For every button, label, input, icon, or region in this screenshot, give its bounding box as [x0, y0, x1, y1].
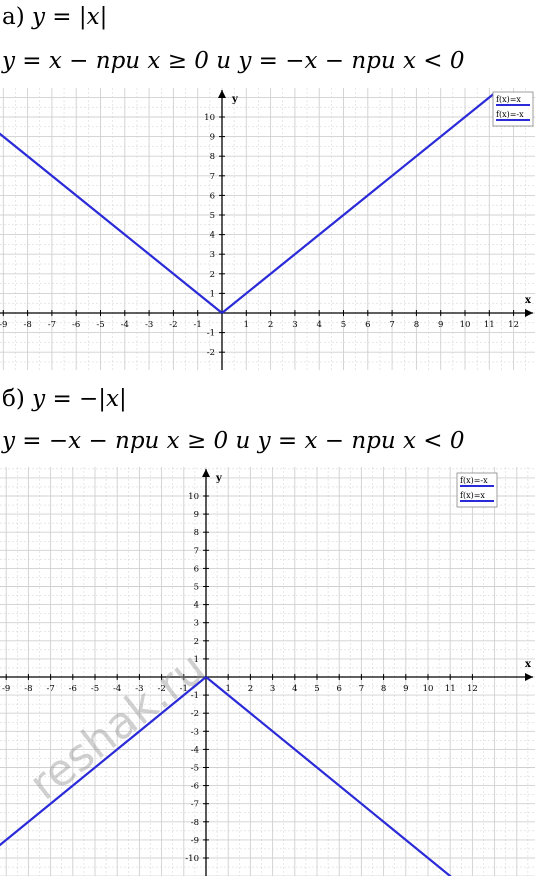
y-axis-arrow — [202, 469, 210, 477]
y-tick-label: 2 — [210, 270, 215, 280]
x-tick-label: 11 — [484, 320, 495, 330]
part-b-letter: б) — [2, 386, 25, 412]
x-tick-label: 7 — [389, 320, 394, 330]
y-tick-label: -7 — [191, 800, 199, 810]
x-tick-label: 3 — [270, 684, 275, 694]
y-tick-label: 6 — [210, 191, 215, 201]
x-tick-label: -9 — [0, 320, 7, 330]
y-tick-label: 8 — [210, 152, 215, 162]
y-tick-label: 4 — [194, 601, 199, 611]
x-tick-label: -1 — [194, 320, 202, 330]
y-tick-label: -2 — [207, 348, 215, 358]
x-tick-label: -6 — [69, 684, 77, 694]
y-tick-label: -10 — [185, 854, 199, 864]
y-tick-label: 9 — [210, 133, 215, 143]
y-tick-label: 3 — [194, 619, 199, 629]
x-axis-label: x — [525, 295, 532, 306]
chart-a: xy-9-8-7-6-5-4-3-2-1123456789101112-2-11… — [0, 88, 535, 370]
x-tick-label: 1 — [244, 320, 249, 330]
x-tick-label: 10 — [423, 684, 434, 694]
x-tick-label: -5 — [91, 684, 99, 694]
y-tick-label: 1 — [210, 289, 215, 299]
x-tick-label: 2 — [248, 684, 253, 694]
y-tick-label: -3 — [191, 727, 199, 737]
x-tick-label: 8 — [414, 320, 419, 330]
x-tick-label: 10 — [460, 320, 471, 330]
y-tick-label: 10 — [204, 113, 215, 123]
y-tick-label: -5 — [191, 764, 199, 774]
legend-entry-0: f(x)=x — [496, 95, 521, 104]
x-tick-label: 5 — [314, 684, 319, 694]
x-tick-label: 4 — [292, 684, 297, 694]
y-tick-label: 10 — [188, 492, 199, 502]
legend-entry-0: f(x)=-x — [460, 476, 488, 485]
y-tick-label: -6 — [191, 782, 199, 792]
grid — [0, 467, 535, 876]
y-tick-label: -9 — [191, 836, 199, 846]
x-tick-label: -8 — [24, 684, 32, 694]
y-axis-label: y — [215, 473, 223, 484]
y-axis-label: y — [231, 94, 239, 105]
y-axis-arrow — [218, 90, 226, 98]
part-b-formula: y = −|x| — [32, 386, 127, 412]
x-tick-label: -7 — [48, 320, 56, 330]
y-tick-label: 8 — [194, 528, 199, 538]
x-tick-label: 12 — [508, 320, 519, 330]
x-tick-label: 9 — [403, 684, 408, 694]
y-tick-label: -2 — [191, 709, 199, 719]
part-b-definition: y = −x − при x ≥ 0 и y = x − при x < 0 — [2, 428, 465, 454]
x-axis-arrow — [525, 309, 533, 317]
part-a-definition: y = x − при x ≥ 0 и y = −x − при x < 0 — [2, 48, 465, 74]
x-tick-label: 8 — [381, 684, 386, 694]
x-tick-label: -5 — [96, 320, 104, 330]
x-axis-label: x — [525, 659, 532, 670]
x-tick-label: 6 — [336, 684, 341, 694]
y-tick-label: 6 — [194, 564, 199, 574]
y-tick-label: 9 — [194, 510, 199, 520]
part-a-formula: y = |x| — [32, 4, 108, 30]
y-tick-label: -4 — [191, 745, 199, 755]
legend-entry-1: f(x)=x — [460, 491, 485, 500]
x-tick-label: 9 — [438, 320, 443, 330]
y-tick-label: -8 — [191, 818, 199, 828]
y-tick-label: 7 — [210, 172, 215, 182]
x-axis-arrow — [525, 673, 533, 681]
y-tick-label: 2 — [194, 637, 199, 647]
y-tick-label: -1 — [207, 329, 215, 339]
x-tick-label: 7 — [359, 684, 364, 694]
x-tick-label: 5 — [341, 320, 346, 330]
x-tick-label: -8 — [23, 320, 31, 330]
legend: f(x)=-x f(x)=x — [456, 472, 498, 508]
x-tick-label: -4 — [121, 320, 129, 330]
x-tick-label: 4 — [316, 320, 321, 330]
y-tick-label: 5 — [194, 583, 199, 593]
x-tick-label: 12 — [467, 684, 478, 694]
legend: f(x)=x f(x)=-x — [492, 91, 534, 127]
x-tick-label: 3 — [292, 320, 297, 330]
part-a-letter: а) — [2, 4, 25, 30]
x-tick-label: -3 — [145, 320, 153, 330]
chart-b: xy-9 -8 -7 -6 -5 -4 -3 -2 -1 1 2 3 4 5 6 7 8 9 10 11 12-10-9… — [0, 467, 535, 876]
x-tick-label: 2 — [268, 320, 273, 330]
x-tick-label: -7 — [46, 684, 54, 694]
x-tick-label: -2 — [169, 320, 177, 330]
x-tick-label: -6 — [72, 320, 80, 330]
part-b-header: б) y = −|x| — [2, 386, 127, 412]
series-line-0 — [221, 92, 495, 314]
x-tick-label: 11 — [445, 684, 456, 694]
part-a-header: а) y = |x| — [2, 4, 107, 30]
y-tick-label: 3 — [210, 250, 215, 260]
y-tick-label: 5 — [210, 211, 215, 221]
y-tick-label: 7 — [194, 546, 199, 556]
x-tick-label: -9 — [2, 684, 10, 694]
x-tick-label: 6 — [365, 320, 370, 330]
legend-entry-1: f(x)=-x — [496, 110, 524, 119]
y-tick-label: 4 — [210, 231, 215, 241]
